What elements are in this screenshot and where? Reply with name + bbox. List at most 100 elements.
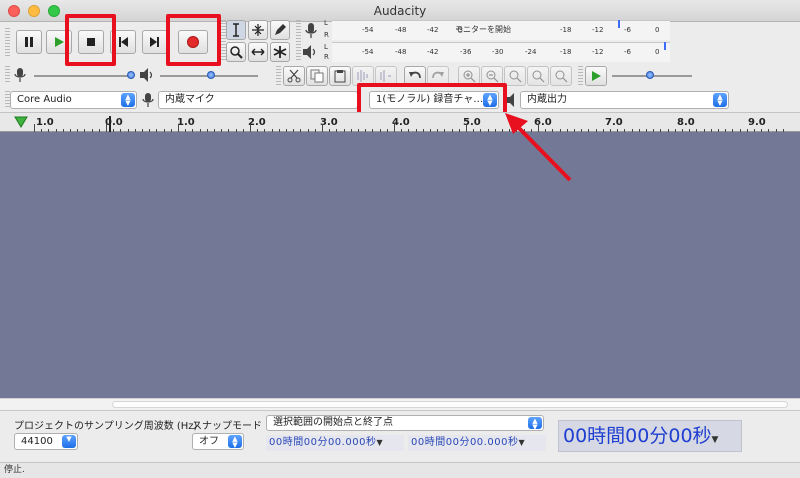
record-peak-marker <box>618 20 620 28</box>
end-time-menu-icon[interactable]: ▼ <box>518 438 525 447</box>
magnifier-icon <box>230 46 243 59</box>
selection-start-value: 00時間00分00.000秒 <box>269 437 377 448</box>
start-time-menu-icon[interactable]: ▼ <box>376 438 383 447</box>
dropdown-arrow-icon: ▲ ▼ <box>713 93 727 107</box>
record-monitor-prompt[interactable]: モニターを開始 <box>455 24 511 35</box>
selection-tool[interactable] <box>226 20 246 40</box>
zoom-tool[interactable] <box>226 42 246 62</box>
selection-mode-dropdown[interactable]: 選択範囲の開始点と終了点 ▲ ▼ <box>266 415 544 431</box>
copy-button[interactable] <box>306 66 328 86</box>
record-icon <box>187 36 199 48</box>
double-arrow-icon <box>251 48 265 56</box>
stop-button[interactable] <box>78 30 104 54</box>
selection-end-time[interactable]: 00時間00分00.000秒▼ <box>408 435 546 451</box>
record-button[interactable] <box>178 30 208 54</box>
record-scale-label: 0 <box>655 26 660 34</box>
channels-value: 1(モノラル) 録音チャ… <box>376 94 484 105</box>
snap-mode-dropdown[interactable]: オフ ▲ ▼ <box>192 433 244 450</box>
pin-head-icon[interactable] <box>14 115 28 129</box>
window-title: Audacity <box>373 4 427 18</box>
asterisk-icon <box>273 46 287 58</box>
skip-to-start-button[interactable] <box>110 30 136 54</box>
dropdown-arrow-icon: ▲ ▼ <box>228 435 242 449</box>
zoom-in-icon <box>463 70 476 83</box>
project-rate-value: 44100 <box>21 436 53 447</box>
zoom-in-button[interactable] <box>458 66 480 86</box>
horizontal-scroll-thumb[interactable] <box>112 401 788 408</box>
fit-selection-icon <box>509 70 522 83</box>
trim-icon <box>357 70 368 82</box>
dropdown-arrow-icon: ▼ <box>62 435 76 448</box>
play-button[interactable] <box>46 30 72 54</box>
draw-tool[interactable] <box>270 20 290 40</box>
audio-position-value: 00時間00分00秒 <box>563 425 712 447</box>
microphone-icon <box>305 23 317 38</box>
cut-button[interactable] <box>283 66 305 86</box>
skip-end-icon <box>150 37 159 47</box>
status-text: 停止. <box>4 465 25 475</box>
ruler-tick <box>394 124 395 132</box>
mixer-grip[interactable] <box>5 66 10 84</box>
output-volume-slider[interactable] <box>207 71 215 79</box>
record-scale-label: -54 <box>362 26 374 34</box>
play-at-speed-button[interactable] <box>585 66 607 86</box>
edit-grip[interactable] <box>276 66 281 86</box>
undo-button[interactable] <box>404 66 426 86</box>
trim-button[interactable] <box>352 66 374 86</box>
output-device-dropdown[interactable]: 内蔵出力 ▲ ▼ <box>520 91 729 109</box>
fit-project-button[interactable] <box>527 66 549 86</box>
fit-selection-button[interactable] <box>504 66 526 86</box>
redo-button[interactable] <box>427 66 449 86</box>
ruler-zero-marker <box>109 116 111 132</box>
playback-scale-label: -12 <box>592 48 604 56</box>
speaker-icon <box>303 45 316 59</box>
i-beam-icon <box>233 23 239 37</box>
toolbar-grip[interactable] <box>5 28 10 58</box>
time-shift-tool[interactable] <box>248 42 268 62</box>
playback-scale-label: 0 <box>655 48 660 56</box>
ruler-tick <box>250 124 251 132</box>
horizontal-scrollbar[interactable] <box>0 398 800 410</box>
track-panel[interactable] <box>0 132 800 398</box>
play-speed-grip[interactable] <box>578 66 583 86</box>
playback-scale-label: -6 <box>624 48 631 56</box>
input-volume-slider[interactable] <box>127 71 135 79</box>
audio-position-display[interactable]: 00時間00分00秒▼ <box>558 420 742 452</box>
project-rate-dropdown[interactable]: 44100 ▼ <box>14 433 78 450</box>
skip-start-icon <box>119 37 128 47</box>
playback-scale-label: -42 <box>427 48 439 56</box>
play-speed-slider[interactable] <box>646 71 654 79</box>
zoom-toggle-button[interactable] <box>550 66 572 86</box>
input-device-dropdown[interactable]: 内蔵マイク <box>158 91 358 109</box>
dropdown-arrow-icon: ▲ ▼ <box>483 93 497 107</box>
channels-dropdown[interactable]: 1(モノラル) 録音チャ… ▲ ▼ <box>369 91 499 109</box>
input-device-value: 内蔵マイク <box>165 94 215 105</box>
playback-scale-label: -48 <box>395 48 407 56</box>
ruler-time-label: 7.0 <box>605 117 623 128</box>
input-device-mic-icon <box>142 93 154 107</box>
playback-scale-label: -30 <box>492 48 504 56</box>
audio-position-menu-icon[interactable]: ▼ <box>712 435 719 445</box>
selection-start-time[interactable]: 00時間00分00.000秒▼ <box>266 435 404 451</box>
project-rate-label: プロジェクトのサンプリング周波数 (Hz) <box>14 421 198 432</box>
silence-icon <box>380 70 391 82</box>
input-volume-mic-icon <box>14 68 26 82</box>
play-icon <box>55 37 64 47</box>
meter-grip[interactable] <box>296 20 301 62</box>
silence-button[interactable] <box>375 66 397 86</box>
envelope-tool[interactable] <box>248 20 268 40</box>
ruler-tick <box>34 124 35 132</box>
input-volume-track[interactable] <box>34 75 132 77</box>
pause-button[interactable] <box>16 30 42 54</box>
zoom-out-icon <box>486 70 499 83</box>
ruler-tick <box>178 124 179 132</box>
ruler-time-label: 1.0 <box>177 117 195 128</box>
skip-to-end-button[interactable] <box>142 30 168 54</box>
multi-tool[interactable] <box>270 42 290 62</box>
snap-mode-value: オフ <box>199 436 219 447</box>
record-scale-label: -18 <box>560 26 572 34</box>
ruler-time-label: 0.0 <box>105 117 123 128</box>
audio-host-dropdown[interactable]: Core Audio ▲ ▼ <box>10 91 137 109</box>
paste-button[interactable] <box>329 66 351 86</box>
zoom-out-button[interactable] <box>481 66 503 86</box>
